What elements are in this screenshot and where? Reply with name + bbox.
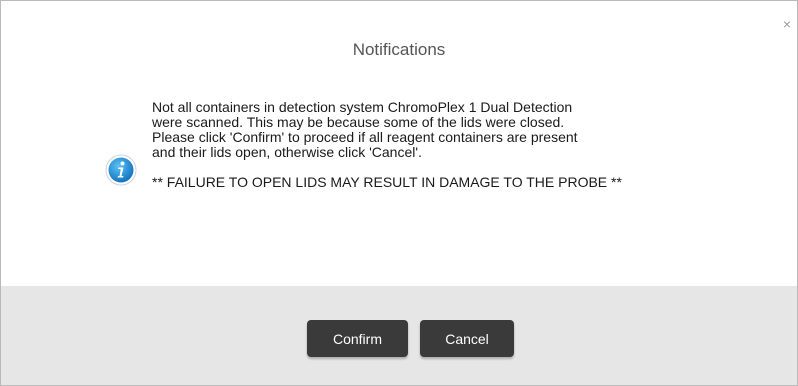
message-text: Not all containers in detection system C… (152, 99, 578, 160)
info-icon (105, 154, 137, 186)
notification-dialog: × Notifications Not all containers in de… (0, 0, 798, 386)
dialog-footer: Confirm Cancel (1, 286, 797, 385)
confirm-button[interactable]: Confirm (307, 320, 408, 357)
cancel-button[interactable]: Cancel (420, 320, 514, 357)
close-icon[interactable]: × (783, 17, 791, 31)
notification-message: Not all containers in detection system C… (152, 100, 712, 190)
dialog-title: Notifications (352, 40, 446, 59)
warning-text: ** FAILURE TO OPEN LIDS MAY RESULT IN DA… (152, 174, 622, 190)
